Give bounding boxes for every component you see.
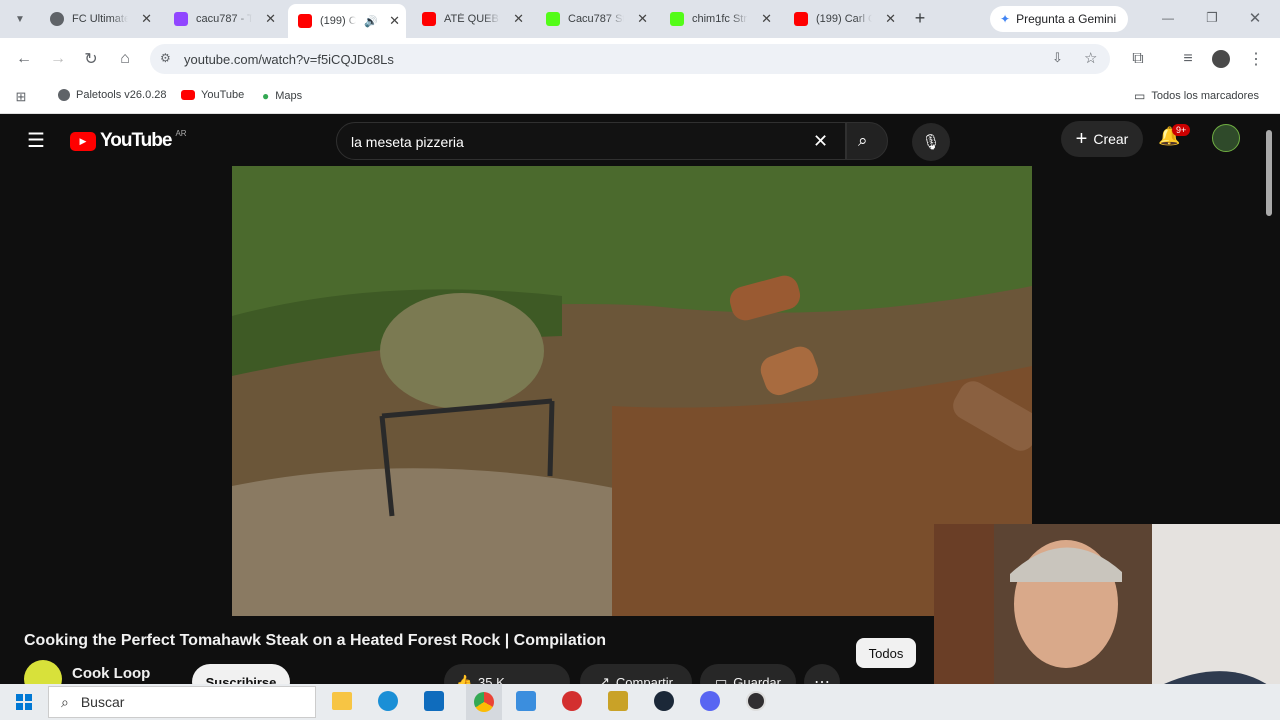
bookmarks-bar: ⊞ Paletools v26.0.28 YouTube ● Maps ▭ Todo… <box>0 80 1280 114</box>
video-title: Cooking the Perfect Tomahawk Steak on a … <box>24 632 607 649</box>
video-frame-image <box>232 166 1032 616</box>
youtube-play-icon: ▶ <box>70 131 96 151</box>
browser-tab-active[interactable]: (199) C 🔊 ✕ <box>288 4 406 38</box>
notification-badge: 9+ <box>1172 124 1191 136</box>
profile-avatar[interactable] <box>1212 50 1230 68</box>
youtube-icon <box>422 12 436 26</box>
browser-tab[interactable]: chim1fc Str ✕ <box>660 6 778 32</box>
bookmark-paletools[interactable]: Paletools v26.0.28 <box>58 89 167 101</box>
reload-icon[interactable]: ↻ <box>81 49 101 69</box>
video-player[interactable] <box>232 166 1032 616</box>
tab-strip: ▼ FC Ultimate ✕ cacu787 - T ✕ (199) C 🔊 ✕ AT… <box>0 0 1280 38</box>
maps-pin-icon: ● <box>262 89 270 103</box>
bookmark-maps[interactable]: ● Maps <box>262 89 302 103</box>
close-tab-icon[interactable]: ✕ <box>885 11 896 27</box>
youtube-icon <box>181 90 195 100</box>
bookmark-star-icon[interactable]: ☆ <box>1084 49 1097 67</box>
address-bar[interactable]: ⚙ youtube.com/watch?v=f5iCQJDc8Ls ⇩ ☆ <box>150 44 1110 74</box>
folder-icon: ▭ <box>1134 89 1146 103</box>
media-control-icon[interactable]: ≡ <box>1178 49 1198 69</box>
hamburger-menu-icon[interactable]: ☰ <box>24 128 48 152</box>
close-window-icon[interactable]: ✕ <box>1245 8 1265 28</box>
plus-icon: + <box>1075 127 1088 150</box>
close-tab-icon[interactable]: ✕ <box>513 11 524 27</box>
search-icon: ⌕ <box>61 693 69 710</box>
chip-todos[interactable]: Todos <box>856 638 916 668</box>
all-bookmarks[interactable]: ▭ Todos los marcadores <box>1134 89 1259 103</box>
kick-icon <box>670 12 684 26</box>
youtube-icon <box>298 14 312 28</box>
youtube-logo[interactable]: ▶ YouTube AR <box>70 129 187 152</box>
app-gold-icon[interactable] <box>608 691 628 711</box>
clear-search-icon[interactable]: ✕ <box>813 131 828 152</box>
microphone-icon: 🎙 <box>921 134 941 151</box>
store-icon[interactable] <box>516 691 536 711</box>
obs-icon[interactable] <box>746 691 766 711</box>
menu-icon[interactable]: ⋮ <box>1246 49 1266 69</box>
browser-toolbar: ← → ↻ ⌂ ⚙ youtube.com/watch?v=f5iCQJDc8L… <box>0 38 1280 80</box>
windows-taskbar: ⌕ Buscar <box>0 684 1280 720</box>
browser-tab[interactable]: FC Ultimate ✕ <box>40 6 158 32</box>
globe-icon <box>50 12 64 26</box>
new-tab-icon[interactable]: + <box>910 8 930 28</box>
file-explorer-icon[interactable] <box>332 692 352 710</box>
url-text: youtube.com/watch?v=f5iCQJDc8Ls <box>184 52 394 67</box>
voice-search-button[interactable]: 🎙 <box>912 123 950 161</box>
back-icon[interactable]: ← <box>14 49 34 69</box>
apps-icon[interactable]: ⊞ <box>12 88 30 106</box>
twitch-icon <box>174 12 188 26</box>
windows-start-icon[interactable] <box>16 694 32 710</box>
notifications-button[interactable]: 🔔 9+ <box>1158 124 1191 152</box>
browser-tab[interactable]: ATÉ QUEBR✕ <box>412 6 530 32</box>
kick-icon <box>546 12 560 26</box>
search-input[interactable]: la meseta pizzeria ✕ <box>336 122 846 160</box>
bookmark-youtube[interactable]: YouTube <box>181 89 244 101</box>
discord-icon[interactable] <box>700 691 720 711</box>
forward-icon[interactable]: → <box>48 49 68 69</box>
close-tab-icon[interactable]: ✕ <box>761 11 772 27</box>
extensions-icon[interactable]: ⧉ <box>1128 49 1148 69</box>
close-tab-icon[interactable]: ✕ <box>141 11 152 27</box>
minimize-icon[interactable]: — <box>1158 8 1178 28</box>
search-icon: ⌕ <box>858 131 868 150</box>
gemini-icon: ✦ <box>1000 12 1011 26</box>
tab-search-icon[interactable]: ▼ <box>10 10 30 28</box>
outlook-icon[interactable] <box>424 691 444 711</box>
search-button[interactable]: ⌕ <box>846 122 888 160</box>
browser-tab[interactable]: cacu787 - T ✕ <box>164 6 282 32</box>
page-scrollbar[interactable] <box>1266 130 1272 216</box>
close-tab-icon[interactable]: ✕ <box>265 11 276 27</box>
globe-icon <box>58 89 70 101</box>
close-tab-icon[interactable]: ✕ <box>389 13 400 29</box>
speaker-icon[interactable]: 🔊 <box>364 15 378 28</box>
user-avatar[interactable] <box>1212 124 1240 152</box>
browser-tab[interactable]: Cacu787 St ✕ <box>536 6 654 32</box>
channel-name[interactable]: Cook Loop <box>72 665 150 682</box>
edge-icon[interactable] <box>378 691 398 711</box>
install-icon[interactable]: ⇩ <box>1052 50 1063 66</box>
restore-icon[interactable]: ❐ <box>1202 8 1222 28</box>
gemini-button[interactable]: ✦ Pregunta a Gemini <box>990 6 1128 32</box>
home-icon[interactable]: ⌂ <box>115 49 135 69</box>
close-tab-icon[interactable]: ✕ <box>637 11 648 27</box>
chrome-icon[interactable] <box>466 684 502 720</box>
app-red-icon[interactable] <box>562 691 582 711</box>
youtube-icon <box>794 12 808 26</box>
site-info-icon[interactable]: ⚙ <box>160 51 171 65</box>
browser-tab[interactable]: (199) Carl C ✕ <box>784 6 902 32</box>
steam-icon[interactable] <box>654 691 674 711</box>
create-button[interactable]: + Crear <box>1061 121 1143 157</box>
taskbar-search-input[interactable]: ⌕ Buscar <box>48 686 316 718</box>
